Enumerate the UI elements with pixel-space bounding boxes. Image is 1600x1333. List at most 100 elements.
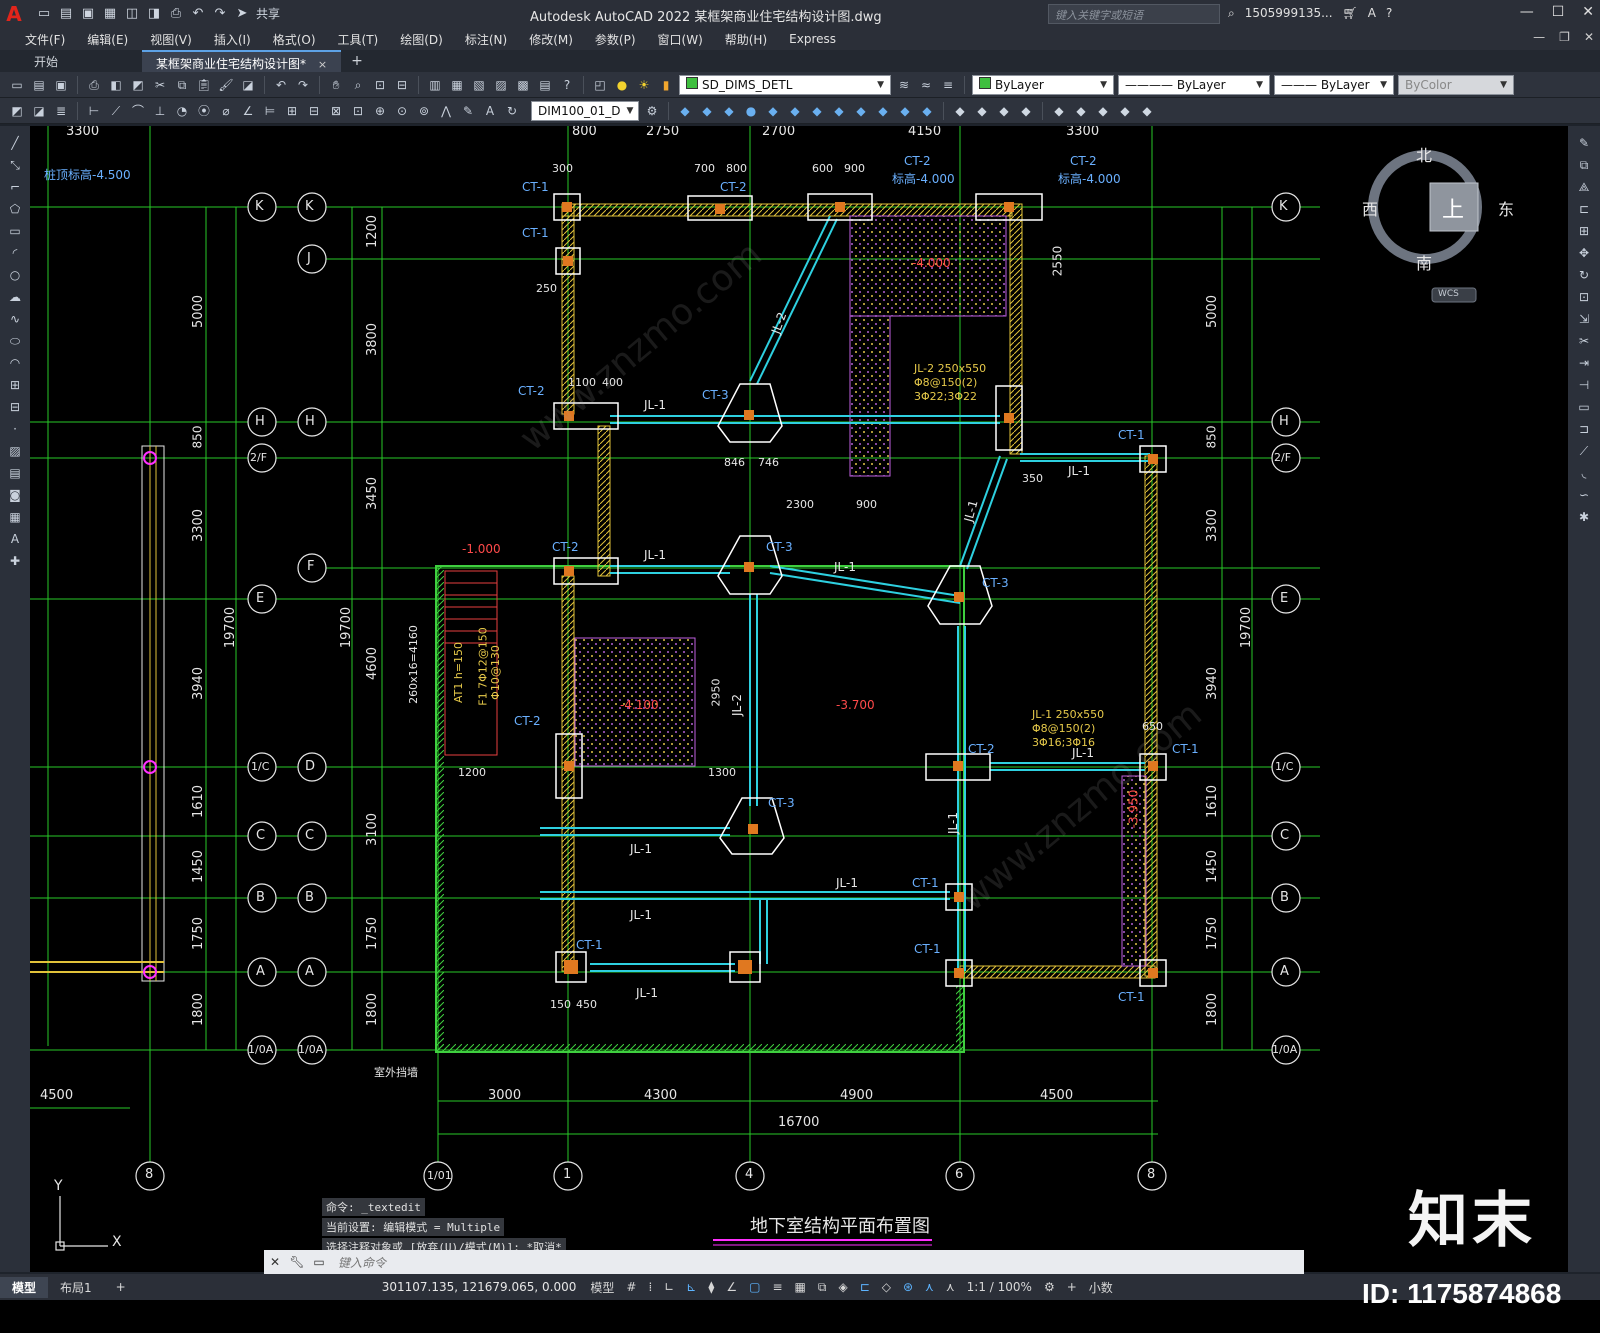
tab-layout1[interactable]: 布局1 xyxy=(48,1277,104,1298)
circle-icon[interactable]: ○ xyxy=(6,266,24,284)
extend-icon[interactable]: ⇥ xyxy=(1575,354,1593,372)
cone-icon[interactable]: ◆ xyxy=(720,102,738,120)
paste-icon[interactable]: 📋︎ xyxy=(195,76,213,94)
revision-cloud-icon[interactable]: ☁ xyxy=(6,288,24,306)
radius-icon[interactable]: ◔ xyxy=(173,102,191,120)
break-icon[interactable]: ▭ xyxy=(1575,398,1593,416)
command-line[interactable]: ✕ 🔧︎ ▭ 键入命令 xyxy=(264,1250,1304,1274)
layer-lock-icon[interactable]: ▮ xyxy=(657,76,675,94)
make-current-layer-icon[interactable]: ≋ xyxy=(895,76,913,94)
units-dropdown[interactable]: 小数 xyxy=(1083,1279,1119,1296)
design-center-icon[interactable]: ▦ xyxy=(448,76,466,94)
compass-east[interactable]: 东 xyxy=(1498,196,1514,220)
drawing-canvas[interactable]: 3300 800 2750 2700 4150 3300 桩顶标高-4.500 … xyxy=(30,126,1568,1272)
redo-icon[interactable]: ↷ xyxy=(294,76,312,94)
join-icon[interactable]: ⊐ xyxy=(1575,420,1593,438)
web-save-icon[interactable]: ◨ xyxy=(146,6,162,22)
viewcube-face-top[interactable]: 上 xyxy=(1442,192,1464,224)
markup-icon[interactable]: ▩ xyxy=(514,76,532,94)
publish-icon[interactable]: ◩ xyxy=(129,76,147,94)
calculator-icon[interactable]: ▤ xyxy=(536,76,554,94)
properties-icon[interactable]: ▥ xyxy=(426,76,444,94)
isodraft-icon[interactable]: ⧫ xyxy=(702,1280,720,1294)
scale-icon[interactable]: ⊡ xyxy=(1575,288,1593,306)
compass-south[interactable]: 南 xyxy=(1416,250,1432,274)
polar-icon[interactable]: ⊾ xyxy=(680,1280,702,1294)
preview-icon[interactable]: ◧ xyxy=(107,76,125,94)
new-icon[interactable]: ▭ xyxy=(36,6,52,22)
menu-parametric[interactable]: 参数(P) xyxy=(584,31,647,48)
presspull-icon[interactable]: ◆ xyxy=(874,102,892,120)
wcs-menu[interactable]: WCS xyxy=(1438,289,1459,299)
undo-icon[interactable]: ↶ xyxy=(272,76,290,94)
imprint-icon[interactable]: ◆ xyxy=(1072,102,1090,120)
cut-icon[interactable]: ✂ xyxy=(151,76,169,94)
stretch-icon[interactable]: ⇲ xyxy=(1575,310,1593,328)
search-input[interactable]: 键入关键字或短语 xyxy=(1048,4,1220,24)
help-icon[interactable]: ? xyxy=(1386,6,1392,21)
angular-icon[interactable]: ∠ xyxy=(239,102,257,120)
new-tab-button[interactable]: + xyxy=(341,50,373,72)
fillet-icon[interactable]: ◟ xyxy=(1575,464,1593,482)
ellipse-arc-icon[interactable]: ◠ xyxy=(6,354,24,372)
mtext-icon[interactable]: A xyxy=(6,530,24,548)
object-snap-tracking-icon[interactable]: ∠ xyxy=(720,1280,743,1294)
pyramid-icon[interactable]: ◆ xyxy=(808,102,826,120)
add-layout-button[interactable]: + xyxy=(104,1278,138,1296)
tab-start[interactable]: 开始 xyxy=(0,50,142,72)
share-label[interactable]: 共享 xyxy=(256,6,280,22)
workspace-gear-icon[interactable]: ⚙ xyxy=(1038,1280,1061,1294)
menu-window[interactable]: 窗口(W) xyxy=(647,31,714,48)
polygon-icon[interactable]: ⬠ xyxy=(6,200,24,218)
autodesk-icon[interactable]: A xyxy=(1368,6,1376,21)
save-icon[interactable]: ▣ xyxy=(80,6,96,22)
space-icon[interactable]: ⊠ xyxy=(327,102,345,120)
open-icon[interactable]: ▤ xyxy=(30,76,48,94)
color-dropdown[interactable]: ByLayer ▼ xyxy=(972,74,1114,95)
maximize-icon[interactable]: ☐ xyxy=(1552,4,1565,20)
copy-icon[interactable]: ⧉ xyxy=(173,76,191,94)
hatch-icon[interactable]: ▨ xyxy=(6,442,24,460)
search-icon[interactable]: ⌕ xyxy=(1228,6,1235,21)
dimstyle-manager-icon[interactable]: ⚙ xyxy=(643,102,661,120)
tolerance-icon[interactable]: ⊕ xyxy=(371,102,389,120)
snap-icon[interactable]: ⁞ xyxy=(642,1280,658,1294)
open-icon[interactable]: ▤ xyxy=(58,6,74,22)
draw-order-icon[interactable]: ◩ xyxy=(8,102,26,120)
layer-properties-icon[interactable]: ◰ xyxy=(591,76,609,94)
cylinder-icon[interactable]: ◆ xyxy=(764,102,782,120)
print-icon[interactable]: ⎙ xyxy=(168,6,184,22)
intersect-icon[interactable]: ◆ xyxy=(995,102,1013,120)
slice-icon[interactable]: ◆ xyxy=(1017,102,1035,120)
zoom-previous-icon[interactable]: ⊟ xyxy=(393,76,411,94)
plot-icon[interactable]: ⎙ xyxy=(85,76,103,94)
transparency-icon[interactable]: ▦ xyxy=(789,1280,812,1294)
center-mark-icon[interactable]: ⊙ xyxy=(393,102,411,120)
spline-icon[interactable]: ∿ xyxy=(6,310,24,328)
lineweight-dropdown[interactable]: ——— ByLayer ▼ xyxy=(1274,74,1394,95)
copy-object-icon[interactable]: ⧉ xyxy=(1575,156,1593,174)
tab-model[interactable]: 模型 xyxy=(0,1276,49,1298)
menu-tools[interactable]: 工具(T) xyxy=(327,31,390,48)
layer-previous-icon[interactable]: ≈ xyxy=(917,76,935,94)
menu-draw[interactable]: 绘图(D) xyxy=(389,31,454,48)
ortho-icon[interactable]: ∟ xyxy=(658,1280,680,1294)
offset-icon[interactable]: ⊏ xyxy=(1575,200,1593,218)
polysolid-icon[interactable]: ◆ xyxy=(830,102,848,120)
doc-restore-icon[interactable]: ❐ xyxy=(1559,30,1570,44)
region-icon[interactable]: ◙ xyxy=(6,486,24,504)
stack-icon[interactable]: ≣ xyxy=(52,102,70,120)
undo-icon[interactable]: ↶ xyxy=(190,6,206,22)
continue-icon[interactable]: ⊟ xyxy=(305,102,323,120)
inspection-icon[interactable]: ⊚ xyxy=(415,102,433,120)
break-icon[interactable]: ⊡ xyxy=(349,102,367,120)
baseline-icon[interactable]: ⊞ xyxy=(283,102,301,120)
layer-state-icon[interactable]: ≡ xyxy=(939,76,957,94)
block-editor-icon[interactable]: ◪ xyxy=(239,76,257,94)
zoom-realtime-icon[interactable]: ⌕ xyxy=(349,76,367,94)
explode-icon[interactable]: ✱ xyxy=(1575,508,1593,526)
object-snap-icon[interactable]: ▢ xyxy=(743,1280,766,1294)
compass-north[interactable]: 北 xyxy=(1416,142,1432,166)
polyline-icon[interactable]: ⌐ xyxy=(6,178,24,196)
dim-edit-icon[interactable]: ✎ xyxy=(459,102,477,120)
